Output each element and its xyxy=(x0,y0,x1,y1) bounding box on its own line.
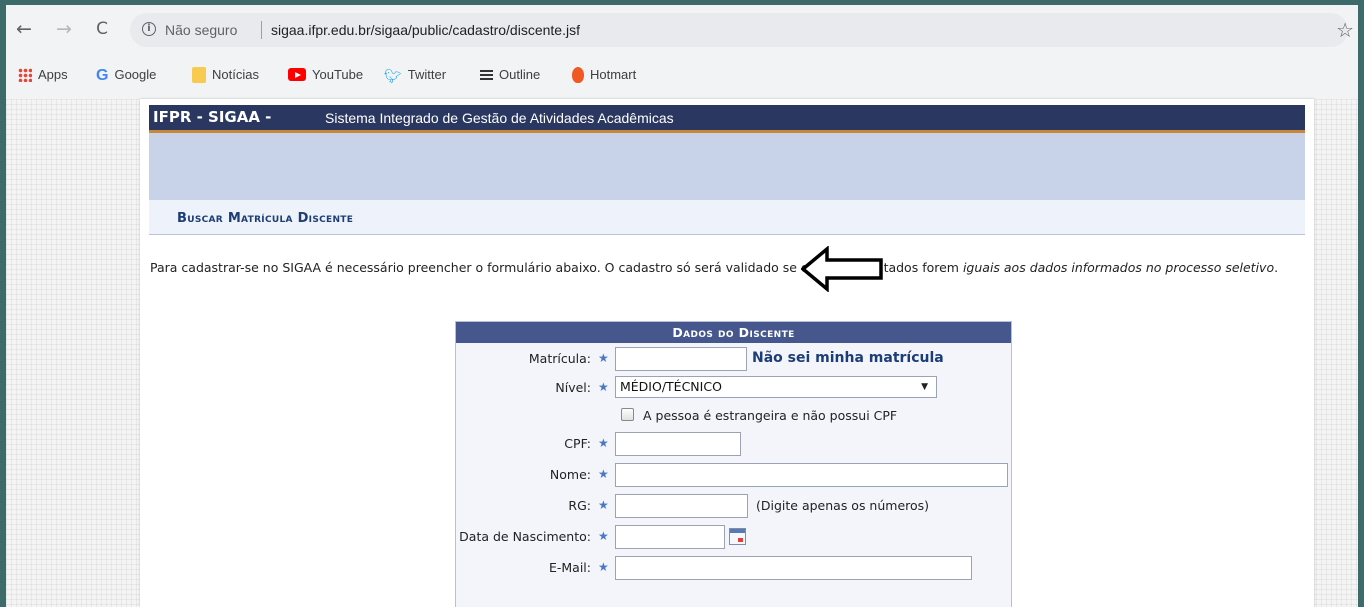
bookmark-twitter[interactable]: 🐦︎ Twitter xyxy=(384,62,446,88)
browser-window: ← → C i Não seguro sigaa.ifpr.edu.br/sig… xyxy=(6,5,1358,607)
email-input[interactable] xyxy=(615,556,972,580)
security-indicator[interactable]: Não seguro xyxy=(165,22,237,38)
row-estrangeira: A pessoa é estrangeira e não possui CPF xyxy=(456,404,1011,428)
cpf-label: CPF: xyxy=(564,436,591,451)
back-button[interactable]: ← xyxy=(12,17,36,41)
youtube-icon xyxy=(288,68,306,82)
intro-end: . xyxy=(1274,260,1279,275)
bookmark-hotmart[interactable]: Hotmart xyxy=(572,62,636,88)
intro-emphasis: iguais aos dados informados no processo … xyxy=(962,260,1275,275)
chevron-down-icon: ▼ xyxy=(921,382,928,392)
twitter-icon: 🐦︎ xyxy=(384,67,402,84)
nivel-selected-value: MÉDIO/TÉCNICO xyxy=(620,379,722,394)
required-star-icon: ★ xyxy=(598,467,609,481)
bookmark-label: Google xyxy=(114,67,157,82)
forward-button[interactable]: → xyxy=(52,17,76,41)
page-title: Buscar Matrícula Discente xyxy=(177,211,354,226)
bookmark-label: Outline xyxy=(499,67,541,82)
bookmark-label: Hotmart xyxy=(590,67,637,82)
system-acronym: IFPR - SIGAA - xyxy=(153,108,272,126)
nome-label: Nome: xyxy=(549,467,591,482)
bookmark-google[interactable]: G Google xyxy=(96,62,156,88)
reload-button[interactable]: C xyxy=(90,17,114,41)
page-subheader: Buscar Matrícula Discente xyxy=(149,200,1305,235)
bookmark-label: YouTube xyxy=(312,67,364,82)
info-icon[interactable]: i xyxy=(142,22,156,36)
system-header: IFPR - SIGAA - Sistema Integrado de Gest… xyxy=(149,105,1305,133)
url-text[interactable]: sigaa.ifpr.edu.br/sigaa/public/cadastro/… xyxy=(271,22,580,38)
intro-paragraph: Para cadastrar-se no SIGAA é necessário … xyxy=(150,259,1300,277)
bookmark-apps[interactable]: Apps xyxy=(18,62,68,88)
header-band xyxy=(149,133,1305,200)
email-label: E-Mail: xyxy=(548,560,591,575)
required-star-icon: ★ xyxy=(598,560,609,574)
nivel-label: Nível: xyxy=(555,380,591,395)
bookmark-label: Twitter xyxy=(407,67,447,82)
row-nascimento: Data de Nascimento: ★ xyxy=(456,525,1011,549)
bookmark-outline[interactable]: Outline xyxy=(480,62,540,88)
page-container: IFPR - SIGAA - Sistema Integrado de Gest… xyxy=(140,99,1314,607)
row-nivel: Nível: ★ MÉDIO/TÉCNICO ▼ xyxy=(456,376,1011,400)
required-star-icon: ★ xyxy=(598,529,609,543)
form-caption: Dados do Discente xyxy=(456,322,1011,343)
required-star-icon: ★ xyxy=(598,498,609,512)
bookmark-star-icon[interactable]: ☆ xyxy=(1336,18,1354,42)
outline-icon xyxy=(480,69,493,80)
address-bar[interactable]: i Não seguro sigaa.ifpr.edu.br/sigaa/pub… xyxy=(130,13,1348,47)
divider xyxy=(261,21,262,39)
system-name: Sistema Integrado de Gestão de Atividade… xyxy=(325,110,674,126)
matricula-label: Matrícula: xyxy=(528,351,591,366)
calendar-icon[interactable] xyxy=(729,528,746,545)
row-matricula: Matrícula: ★ Não sei minha matrícula xyxy=(456,347,1011,371)
rg-input[interactable] xyxy=(615,494,748,518)
row-rg: RG: ★ (Digite apenas os números) xyxy=(456,494,1011,518)
annotation-arrow-icon xyxy=(801,246,883,292)
bookmark-label: Apps xyxy=(38,67,68,82)
required-star-icon: ★ xyxy=(598,380,609,394)
nivel-select[interactable]: MÉDIO/TÉCNICO ▼ xyxy=(615,376,937,398)
nascimento-label: Data de Nascimento: xyxy=(459,529,591,544)
folder-icon xyxy=(192,66,206,83)
row-cpf: CPF: ★ xyxy=(456,432,1011,456)
hotmart-icon xyxy=(572,66,584,83)
rg-hint: (Digite apenas os números) xyxy=(756,498,930,513)
bookmark-youtube[interactable]: YouTube xyxy=(288,62,363,88)
foreigner-label: A pessoa é estrangeira e não possui CPF xyxy=(643,408,898,423)
google-icon: G xyxy=(96,66,109,84)
rg-label: RG: xyxy=(568,498,591,513)
bookmark-noticias[interactable]: Notícias xyxy=(192,62,259,88)
birthdate-input[interactable] xyxy=(615,525,725,549)
required-star-icon: ★ xyxy=(598,436,609,450)
page-viewport: IFPR - SIGAA - Sistema Integrado de Gest… xyxy=(6,99,1358,607)
cpf-input[interactable] xyxy=(615,432,741,456)
row-email: E-Mail: ★ xyxy=(456,556,1011,580)
student-data-form: Dados do Discente Matrícula: ★ Não sei m… xyxy=(455,321,1012,607)
bookmark-label: Notícias xyxy=(212,67,259,82)
bookmarks-bar: Apps G Google Notícias YouTube 🐦︎ Twitter … xyxy=(6,62,1358,88)
apps-grid-icon xyxy=(18,67,32,82)
foreigner-checkbox[interactable] xyxy=(621,408,634,421)
nome-input[interactable] xyxy=(615,463,1008,487)
row-nome: Nome: ★ xyxy=(456,463,1011,487)
matricula-input[interactable] xyxy=(615,347,747,371)
required-star-icon: ★ xyxy=(598,351,609,365)
address-bar-row: ← → C i Não seguro sigaa.ifpr.edu.br/sig… xyxy=(6,5,1358,55)
unknown-matricula-link[interactable]: Não sei minha matrícula xyxy=(752,350,944,366)
